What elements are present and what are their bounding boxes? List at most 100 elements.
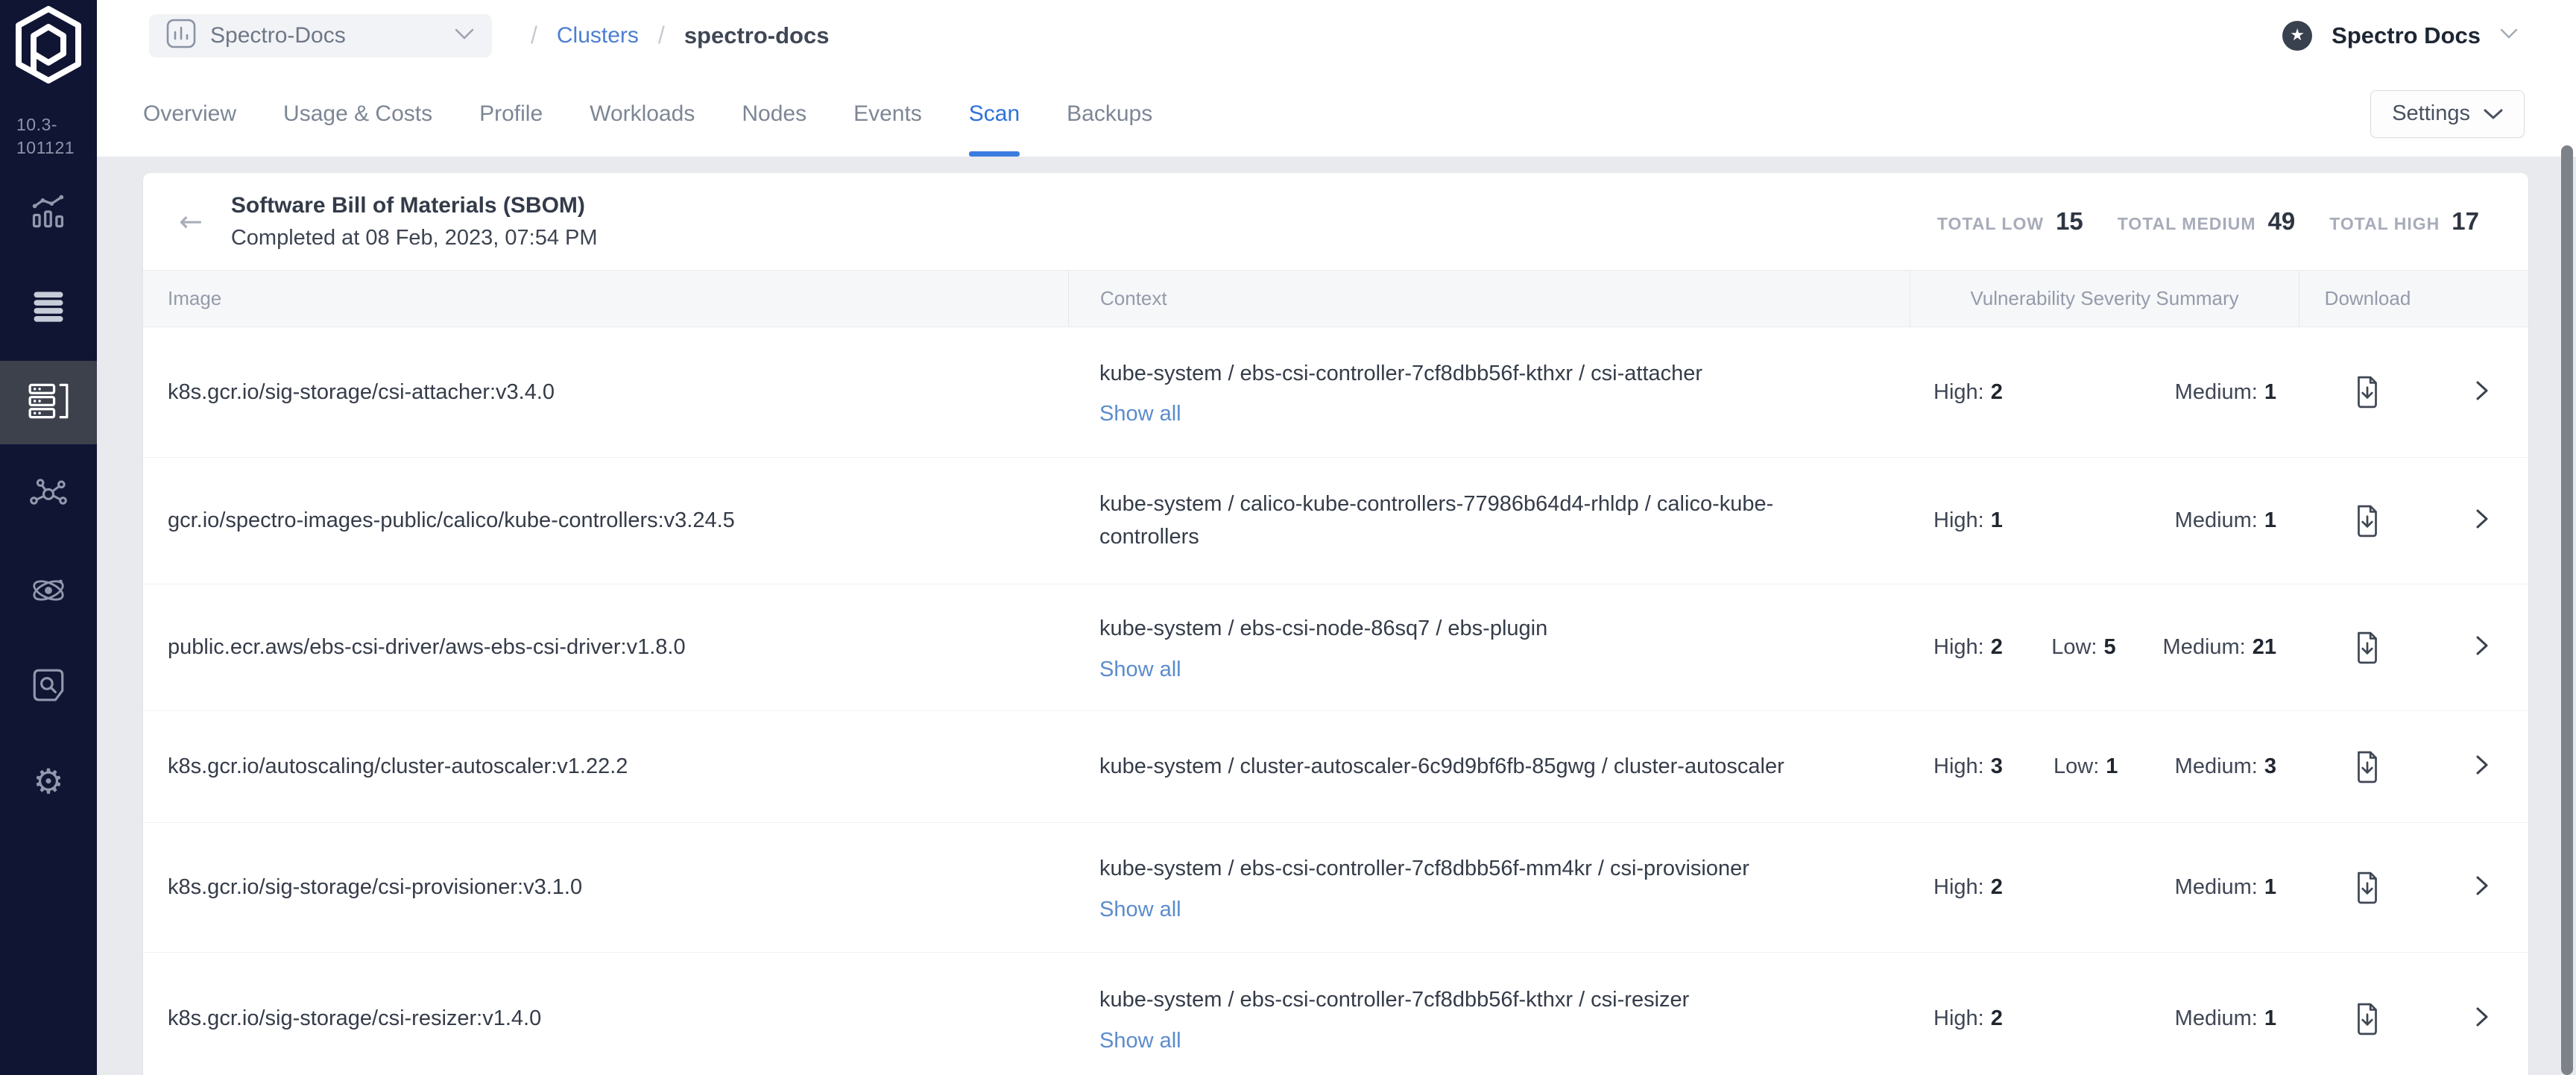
orbit-icon [29,571,68,614]
star-icon: ★ [2290,28,2305,44]
table-row[interactable]: k8s.gcr.io/sig-storage/csi-attacher:v3.4… [143,327,2528,457]
account-menu[interactable]: ★ Spectro Docs [2282,21,2518,51]
sidebar-nav: ⚙ [0,171,97,834]
project-selector[interactable]: Spectro-Docs [149,14,492,57]
table-row[interactable]: public.ecr.aws/ebs-csi-driver/aws-ebs-cs… [143,584,2528,710]
image-name: k8s.gcr.io/autoscaling/cluster-autoscale… [143,711,1068,822]
severity-medium: Medium:1 [2175,508,2276,533]
main-area: Spectro-Docs / Clusters / spectro-docs ★… [97,0,2576,1075]
download-file-icon[interactable] [2354,631,2381,664]
download-file-icon[interactable] [2354,871,2381,904]
table-row[interactable]: k8s.gcr.io/autoscaling/cluster-autoscale… [143,710,2528,822]
avatar: ★ [2282,21,2312,51]
breadcrumb-separator: / [658,22,665,49]
sbom-titles: Software Bill of Materials (SBOM) Comple… [231,193,598,250]
bar-chart-icon [29,192,68,235]
context-cell: kube-system / ebs-csi-controller-7cf8dbb… [1068,327,1910,457]
severity-medium: Medium:21 [2163,635,2276,660]
severity-cell: High:2 Medium:1 [1910,953,2299,1075]
tab-events[interactable]: Events [853,71,922,157]
chevron-right-icon[interactable] [2474,874,2490,901]
table-row[interactable]: k8s.gcr.io/sig-storage/csi-resizer:v1.4.… [143,952,2528,1075]
settings-button[interactable]: Settings [2370,90,2525,138]
show-all-link[interactable]: Show all [1099,402,1865,426]
total-high: TOTAL HIGH 17 [2329,207,2479,236]
tab-usage-costs[interactable]: Usage & Costs [283,71,432,157]
chevron-right-icon[interactable] [2474,753,2490,781]
severity-cell: High:2 Medium:1 [1910,823,2299,952]
sidebar-item-settings[interactable]: ⚙ [0,740,97,823]
column-header-download: Download [2299,271,2436,327]
tab-overview[interactable]: Overview [143,71,236,157]
column-header-spacer [2436,271,2528,327]
screen: 10.3-101121 [0,0,2576,1075]
chevron-right-icon[interactable] [2474,379,2490,406]
context-text: kube-system / calico-kube-controllers-77… [1099,488,1865,553]
sidebar-item-audit[interactable] [0,645,97,728]
image-name: public.ecr.aws/ebs-csi-driver/aws-ebs-cs… [143,584,1068,710]
download-file-icon[interactable] [2354,505,2381,538]
context-text: kube-system / ebs-csi-controller-7cf8dbb… [1099,853,1865,886]
tab-scan[interactable]: Scan [969,71,1020,157]
cluster-tabbar: Overview Usage & Costs Profile Workloads… [97,71,2576,157]
breadcrumb: / Clusters / spectro-docs [531,22,829,49]
tab-workloads[interactable]: Workloads [590,71,695,157]
column-header-context: Context [1068,271,1910,327]
table-row[interactable]: gcr.io/spectro-images-public/calico/kube… [143,457,2528,584]
chevron-right-icon[interactable] [2474,634,2490,661]
context-cell: kube-system / ebs-csi-node-86sq7 / ebs-p… [1068,584,1910,710]
context-cell: kube-system / ebs-csi-controller-7cf8dbb… [1068,823,1910,952]
sbom-title: Software Bill of Materials (SBOM) [231,193,598,218]
download-file-icon[interactable] [2354,376,2381,409]
vertical-scrollbar[interactable] [2561,145,2573,1075]
severity-high: High:2 [1933,635,2051,660]
context-cell: kube-system / cluster-autoscaler-6c9d9bf… [1068,711,1910,822]
breadcrumb-link-clusters[interactable]: Clusters [557,23,639,48]
sidebar-item-profiles[interactable] [0,266,97,350]
sbom-card: ← Software Bill of Materials (SBOM) Comp… [143,173,2528,1075]
severity-low: Low:1 [2053,754,2167,779]
topbar: Spectro-Docs / Clusters / spectro-docs ★… [97,0,2576,71]
show-all-link[interactable]: Show all [1099,1029,1865,1053]
severity-cell: High:2 Low:5 Medium:21 [1910,584,2299,710]
download-file-icon[interactable] [2354,751,2381,784]
scan-content: ← Software Bill of Materials (SBOM) Comp… [97,157,2576,1075]
settings-button-label: Settings [2392,101,2470,126]
project-selector-label: Spectro-Docs [210,23,441,48]
table-row[interactable]: k8s.gcr.io/sig-storage/csi-provisioner:v… [143,822,2528,952]
breadcrumb-separator: / [531,22,537,49]
doc-search-icon [30,666,67,707]
tab-profile[interactable]: Profile [479,71,543,157]
palette-logo [0,6,97,83]
image-name: gcr.io/spectro-images-public/calico/kube… [143,458,1068,584]
breadcrumb-current: spectro-docs [684,22,830,49]
context-cell: kube-system / ebs-csi-controller-7cf8dbb… [1068,953,1910,1075]
show-all-link[interactable]: Show all [1099,658,1865,682]
sidebar-item-workspaces[interactable] [0,455,97,539]
tab-backups[interactable]: Backups [1067,71,1152,157]
context-text: kube-system / ebs-csi-controller-7cf8dbb… [1099,358,1865,391]
tab-nodes[interactable]: Nodes [742,71,806,157]
total-medium: TOTAL MEDIUM 49 [2118,207,2296,236]
show-all-link[interactable]: Show all [1099,898,1865,922]
severity-medium: Medium:3 [2175,754,2276,779]
total-low: TOTAL LOW 15 [1937,207,2083,236]
context-cell: kube-system / calico-kube-controllers-77… [1068,458,1910,584]
sidebar-item-tenant[interactable] [0,550,97,634]
chevron-right-icon[interactable] [2474,507,2490,535]
severity-high: High:3 [1933,754,2053,779]
download-file-icon[interactable] [2354,1003,2381,1035]
image-name: k8s.gcr.io/sig-storage/csi-provisioner:v… [143,823,1068,952]
back-arrow-icon[interactable]: ← [179,205,203,238]
sbom-completed-at: Completed at 08 Feb, 2023, 07:54 PM [231,226,598,250]
severity-low: Low:5 [2051,635,2162,660]
severity-high: High:2 [1933,1006,2053,1031]
column-header-severity: Vulnerability Severity Summary [1910,271,2299,327]
chevron-right-icon[interactable] [2474,1005,2490,1033]
context-text: kube-system / ebs-csi-node-86sq7 / ebs-p… [1099,613,1865,646]
sidebar-item-dashboard[interactable] [0,171,97,255]
sidebar-item-clusters[interactable] [0,361,97,444]
severity-totals: TOTAL LOW 15 TOTAL MEDIUM 49 TOTAL HIGH … [1937,207,2479,236]
image-name: k8s.gcr.io/sig-storage/csi-resizer:v1.4.… [143,953,1068,1075]
severity-medium: Medium:1 [2175,380,2276,405]
